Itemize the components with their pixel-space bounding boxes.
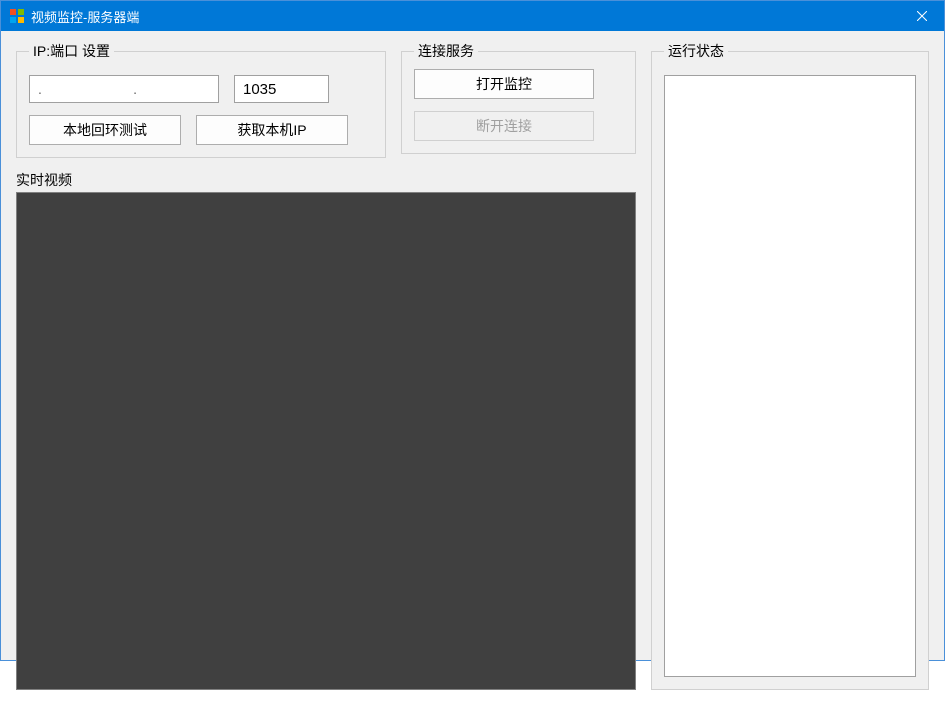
app-icon <box>9 8 25 24</box>
get-local-ip-button[interactable]: 获取本机IP <box>196 115 348 145</box>
titlebar: 视频监控-服务器端 <box>1 1 944 31</box>
loopback-test-button[interactable]: 本地回环测试 <box>29 115 181 145</box>
window-title: 视频监控-服务器端 <box>31 7 139 26</box>
status-group: 运行状态 <box>651 41 929 690</box>
top-row: IP:端口 设置 本地回环测试 获取本机IP 连接服务 打开监控 断开连接 <box>16 41 636 158</box>
open-monitor-button[interactable]: 打开监控 <box>414 69 594 99</box>
disconnect-button: 断开连接 <box>414 111 594 141</box>
close-button[interactable] <box>899 1 944 31</box>
connect-legend: 连接服务 <box>414 41 478 61</box>
port-input[interactable] <box>234 75 329 103</box>
app-window: 视频监控-服务器端 IP:端口 设置 本地回环测试 获取本机I <box>0 0 945 661</box>
connect-service-group: 连接服务 打开监控 断开连接 <box>401 41 636 154</box>
titlebar-left: 视频监控-服务器端 <box>9 7 139 26</box>
status-listbox[interactable] <box>664 75 916 677</box>
video-label: 实时视频 <box>16 170 636 190</box>
content-area: IP:端口 设置 本地回环测试 获取本机IP 连接服务 打开监控 断开连接 <box>1 31 944 705</box>
status-content <box>665 76 915 676</box>
video-panel <box>16 192 636 690</box>
close-icon <box>917 11 927 21</box>
status-legend: 运行状态 <box>664 41 728 61</box>
video-section: 实时视频 <box>16 170 636 690</box>
right-column: 运行状态 <box>651 41 929 690</box>
ip-port-legend: IP:端口 设置 <box>29 41 114 61</box>
left-column: IP:端口 设置 本地回环测试 获取本机IP 连接服务 打开监控 断开连接 <box>16 41 636 690</box>
ip-port-group: IP:端口 设置 本地回环测试 获取本机IP <box>16 41 386 158</box>
ip-input[interactable] <box>29 75 219 103</box>
